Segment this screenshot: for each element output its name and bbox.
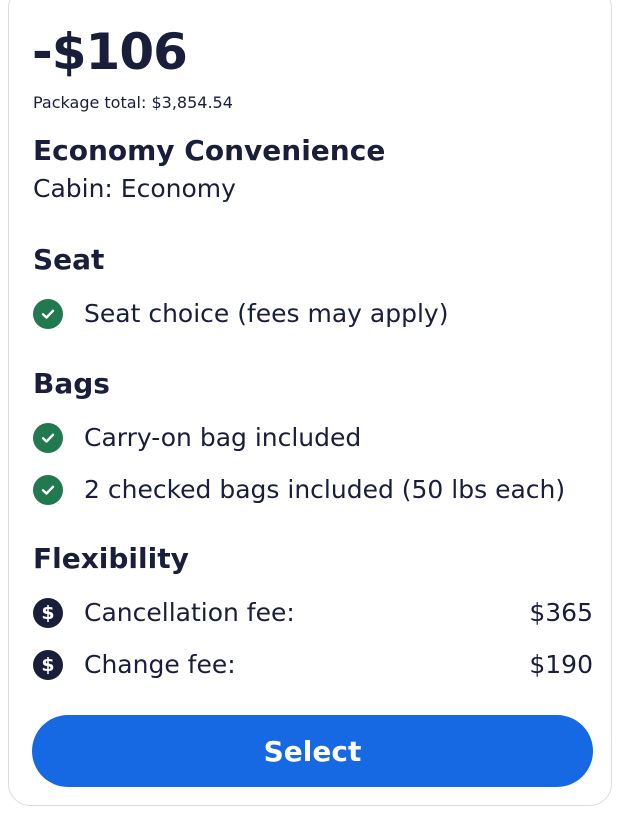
carry-on-item: Carry-on bag included — [33, 420, 593, 456]
check-circle-icon — [33, 423, 63, 453]
change-fee-item: $ Change fee: $190 — [33, 647, 593, 683]
fare-name: Economy Convenience — [33, 134, 386, 167]
fare-card-content: -$106 Package total: $3,854.54 Economy C… — [0, 0, 620, 815]
checked-bags-item: 2 checked bags included (50 lbs each) — [33, 472, 593, 508]
checked-bags-label: 2 checked bags included (50 lbs each) — [84, 475, 566, 504]
seat-choice-item: Seat choice (fees may apply) — [33, 296, 593, 332]
dollar-circle-icon: $ — [33, 598, 63, 628]
cancellation-fee-item: $ Cancellation fee: $365 — [33, 595, 593, 631]
change-fee-value: $190 — [529, 650, 593, 679]
check-circle-icon — [33, 475, 63, 505]
cabin-class: Cabin: Economy — [33, 174, 236, 203]
package-total: Package total: $3,854.54 — [33, 93, 233, 112]
dollar-circle-icon: $ — [33, 650, 63, 680]
seat-section-title: Seat — [33, 243, 105, 276]
seat-choice-label: Seat choice (fees may apply) — [84, 299, 449, 328]
change-fee-label: Change fee: — [84, 650, 236, 679]
flexibility-section-title: Flexibility — [33, 542, 189, 575]
carry-on-label: Carry-on bag included — [84, 423, 362, 452]
price-difference: -$106 — [32, 23, 188, 81]
cancellation-fee-value: $365 — [529, 598, 593, 627]
bags-section-title: Bags — [33, 367, 110, 400]
select-button[interactable]: Select — [32, 715, 593, 787]
check-circle-icon — [33, 299, 63, 329]
cancellation-fee-label: Cancellation fee: — [84, 598, 295, 627]
